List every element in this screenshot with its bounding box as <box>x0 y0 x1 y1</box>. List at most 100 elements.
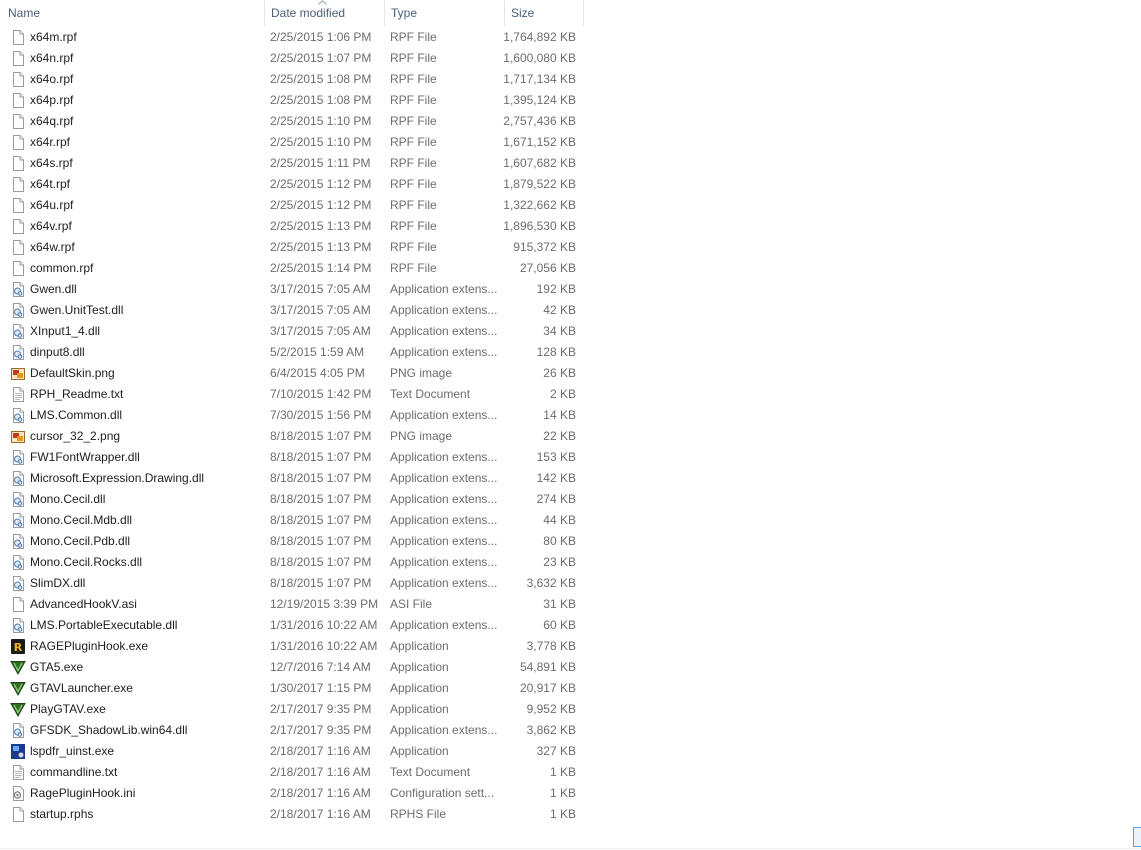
file-size: 80 KB <box>543 534 576 548</box>
file-date-modified: 2/25/2015 1:12 PM <box>270 177 372 191</box>
file-row[interactable]: Mono.Cecil.Pdb.dll 8/18/2015 1:07 PM App… <box>0 531 584 552</box>
file-name: LMS.Common.dll <box>30 408 123 422</box>
file-row[interactable]: x64o.rpf 2/25/2015 1:08 PM RPF File 1,71… <box>0 69 584 90</box>
file-name: GFSDK_ShadowLib.win64.dll <box>30 723 188 737</box>
file-row[interactable]: Mono.Cecil.Rocks.dll 8/18/2015 1:07 PM A… <box>0 552 584 573</box>
file-type: Application extens... <box>390 576 498 590</box>
file-icon <box>10 29 26 46</box>
file-row[interactable]: Mono.Cecil.Mdb.dll 8/18/2015 1:07 PM App… <box>0 510 584 531</box>
file-size: 22 KB <box>543 429 576 443</box>
file-name: Gwen.dll <box>30 282 77 296</box>
file-date-modified: 2/25/2015 1:11 PM <box>270 156 371 170</box>
file-type: Application <box>390 639 449 653</box>
file-row[interactable]: AdvancedHookV.asi 12/19/2015 3:39 PM ASI… <box>0 594 584 615</box>
file-row[interactable]: x64r.rpf 2/25/2015 1:10 PM RPF File 1,67… <box>0 132 584 153</box>
dll-icon <box>10 302 26 319</box>
file-name: Mono.Cecil.Pdb.dll <box>30 534 131 548</box>
file-row[interactable]: FW1FontWrapper.dll 8/18/2015 1:07 PM App… <box>0 447 584 468</box>
file-row[interactable]: x64v.rpf 2/25/2015 1:13 PM RPF File 1,89… <box>0 216 584 237</box>
file-row[interactable]: x64q.rpf 2/25/2015 1:10 PM RPF File 2,75… <box>0 111 584 132</box>
file-size: 1,764,892 KB <box>503 30 576 44</box>
file-row[interactable]: DefaultSkin.png 6/4/2015 4:05 PM PNG ima… <box>0 363 584 384</box>
file-size: 23 KB <box>543 555 576 569</box>
file-name: Mono.Cecil.dll <box>30 492 106 506</box>
column-header-date[interactable]: Date modified <box>264 0 384 26</box>
file-name: lspdfr_uinst.exe <box>30 744 115 758</box>
uninstall-icon <box>10 743 26 760</box>
file-type: Application <box>390 660 449 674</box>
column-header-name[interactable]: Name <box>2 0 264 26</box>
file-row[interactable]: dinput8.dll 5/2/2015 1:59 AM Application… <box>0 342 584 363</box>
file-row[interactable]: Microsoft.Expression.Drawing.dll 8/18/20… <box>0 468 584 489</box>
file-size: 3,862 KB <box>526 723 576 737</box>
column-header-type[interactable]: Type <box>384 0 504 26</box>
file-row[interactable]: cursor_32_2.png 8/18/2015 1:07 PM PNG im… <box>0 426 584 447</box>
file-size: 54,891 KB <box>519 660 576 674</box>
file-row[interactable]: lspdfr_uinst.exe 2/18/2017 1:16 AM Appli… <box>0 741 584 762</box>
file-date-modified: 8/18/2015 1:07 PM <box>270 534 372 548</box>
file-row[interactable]: RPH_Readme.txt 7/10/2015 1:42 PM Text Do… <box>0 384 584 405</box>
file-row[interactable]: LMS.Common.dll 7/30/2015 1:56 PM Applica… <box>0 405 584 426</box>
file-icon <box>10 155 26 172</box>
column-header-size[interactable]: Size <box>504 0 584 26</box>
file-icon <box>10 197 26 214</box>
details-view-icon[interactable] <box>1133 827 1141 847</box>
file-row[interactable]: RagePluginHook.ini 2/18/2017 1:16 AM Con… <box>0 783 584 804</box>
file-icon <box>10 218 26 235</box>
file-size: 34 KB <box>543 324 576 338</box>
file-type: RPF File <box>390 51 437 65</box>
file-icon <box>10 134 26 151</box>
file-type: RPF File <box>390 219 437 233</box>
file-type: Configuration sett... <box>390 786 495 800</box>
file-row[interactable]: Gwen.dll 3/17/2015 7:05 AM Application e… <box>0 279 584 300</box>
file-date-modified: 12/7/2016 7:14 AM <box>270 660 371 674</box>
file-row[interactable]: PlayGTAV.exe 2/17/2017 9:35 PM Applicati… <box>0 699 584 720</box>
dll-icon <box>10 533 26 550</box>
rage-icon: R <box>10 638 26 655</box>
file-row[interactable]: x64m.rpf 2/25/2015 1:06 PM RPF File 1,76… <box>0 27 584 48</box>
file-type: Application extens... <box>390 345 498 359</box>
file-type: RPF File <box>390 72 437 86</box>
dll-icon <box>10 407 26 424</box>
file-row[interactable]: x64u.rpf 2/25/2015 1:12 PM RPF File 1,32… <box>0 195 584 216</box>
file-size: 1 KB <box>549 786 576 800</box>
file-type: Application extens... <box>390 723 498 737</box>
file-row[interactable]: x64n.rpf 2/25/2015 1:07 PM RPF File 1,60… <box>0 48 584 69</box>
file-row[interactable]: startup.rphs 2/18/2017 1:16 AM RPHS File… <box>0 804 584 825</box>
file-name: x64r.rpf <box>30 135 71 149</box>
file-row[interactable]: R RAGEPluginHook.exe 1/31/2016 10:22 AM … <box>0 636 584 657</box>
file-type: Application extens... <box>390 534 498 548</box>
file-type: Application extens... <box>390 513 498 527</box>
file-row[interactable]: GTA5.exe 12/7/2016 7:14 AM Application 5… <box>0 657 584 678</box>
file-type: Application extens... <box>390 492 498 506</box>
file-row[interactable]: GFSDK_ShadowLib.win64.dll 2/17/2017 9:35… <box>0 720 584 741</box>
file-row[interactable]: XInput1_4.dll 3/17/2015 7:05 AM Applicat… <box>0 321 584 342</box>
file-row[interactable]: LMS.PortableExecutable.dll 1/31/2016 10:… <box>0 615 584 636</box>
file-row[interactable]: x64w.rpf 2/25/2015 1:13 PM RPF File 915,… <box>0 237 584 258</box>
text-icon <box>10 764 26 781</box>
file-row[interactable]: GTAVLauncher.exe 1/30/2017 1:15 PM Appli… <box>0 678 584 699</box>
file-row[interactable]: Mono.Cecil.dll 8/18/2015 1:07 PM Applica… <box>0 489 584 510</box>
file-type: RPF File <box>390 156 437 170</box>
file-row[interactable]: x64s.rpf 2/25/2015 1:11 PM RPF File 1,60… <box>0 153 584 174</box>
dll-icon <box>10 470 26 487</box>
file-row[interactable]: common.rpf 2/25/2015 1:14 PM RPF File 27… <box>0 258 584 279</box>
file-size: 1,322,662 KB <box>503 198 576 212</box>
file-icon <box>10 50 26 67</box>
file-row[interactable]: commandline.txt 2/18/2017 1:16 AM Text D… <box>0 762 584 783</box>
file-size: 1,395,124 KB <box>503 93 576 107</box>
file-row[interactable]: x64t.rpf 2/25/2015 1:12 PM RPF File 1,87… <box>0 174 584 195</box>
file-row[interactable]: SlimDX.dll 8/18/2015 1:07 PM Application… <box>0 573 584 594</box>
file-date-modified: 2/25/2015 1:08 PM <box>270 72 372 86</box>
file-date-modified: 8/18/2015 1:07 PM <box>270 450 372 464</box>
file-type: Application <box>390 702 449 716</box>
file-row[interactable]: Gwen.UnitTest.dll 3/17/2015 7:05 AM Appl… <box>0 300 584 321</box>
file-name: x64m.rpf <box>30 30 77 44</box>
file-date-modified: 1/31/2016 10:22 AM <box>270 618 378 632</box>
file-size: 153 KB <box>536 450 576 464</box>
file-name: RagePluginHook.ini <box>30 786 136 800</box>
file-name: XInput1_4.dll <box>30 324 101 338</box>
file-size: 142 KB <box>536 471 576 485</box>
file-row[interactable]: x64p.rpf 2/25/2015 1:08 PM RPF File 1,39… <box>0 90 584 111</box>
file-date-modified: 8/18/2015 1:07 PM <box>270 513 372 527</box>
